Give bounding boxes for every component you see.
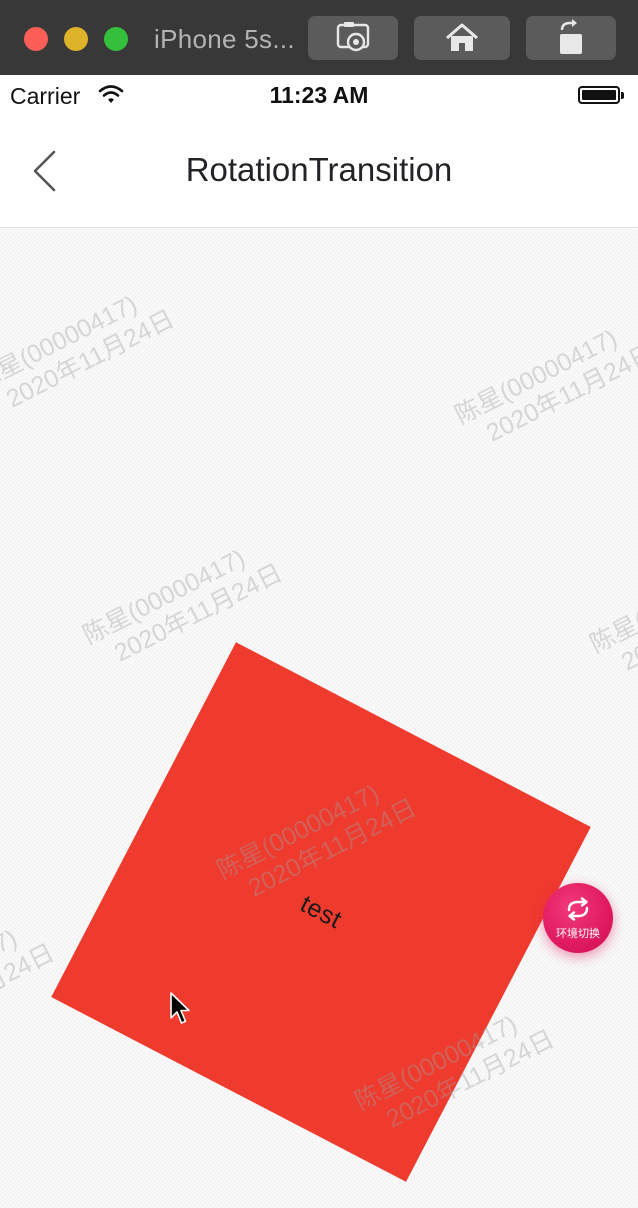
screenshot-icon: [336, 22, 370, 52]
simulator-title: iPhone 5s...: [154, 24, 295, 54]
watermark: 陈星(00000417) 2020年11月24日: [585, 553, 638, 677]
watermark: 陈星(00000417) 2020年11月24日: [0, 290, 179, 414]
watermark: 陈星(00000417) 2020年11月24日: [0, 924, 59, 1048]
status-time: 11:23 AM: [269, 82, 369, 108]
home-icon: [446, 23, 478, 51]
close-window-button[interactable]: [24, 27, 48, 51]
battery-tip: [621, 92, 624, 99]
rotate-button[interactable]: [526, 16, 616, 60]
box-label: test: [296, 889, 347, 934]
rotating-box: test: [51, 642, 591, 1182]
simulator-window: iPhone 5s... Carrier 11:23 AM RotationTr…: [0, 0, 638, 1208]
battery-level: [582, 90, 616, 100]
minimize-window-button[interactable]: [64, 27, 88, 51]
mouse-cursor-icon: [170, 992, 190, 1024]
screenshot-button[interactable]: [308, 16, 398, 60]
status-bar: Carrier 11:23 AM: [0, 75, 638, 115]
environment-switch-label: 环境切换: [556, 928, 600, 940]
rotate-icon: [560, 19, 582, 54]
zoom-window-button[interactable]: [104, 27, 128, 51]
content-area: test 陈星(00000417) 2020年11月24日 陈星(0000041…: [0, 228, 638, 1208]
navigation-bar: RotationTransition: [0, 115, 638, 228]
battery-icon: [578, 86, 620, 104]
simulator-titlebar: iPhone 5s...: [0, 0, 638, 75]
watermark: 陈星(00000417) 2020年11月24日: [450, 324, 638, 448]
environment-switch-button[interactable]: 环境切换: [543, 883, 613, 953]
refresh-cycle-icon: [567, 897, 589, 921]
home-button[interactable]: [414, 16, 510, 60]
page-title: RotationTransition: [185, 151, 453, 188]
